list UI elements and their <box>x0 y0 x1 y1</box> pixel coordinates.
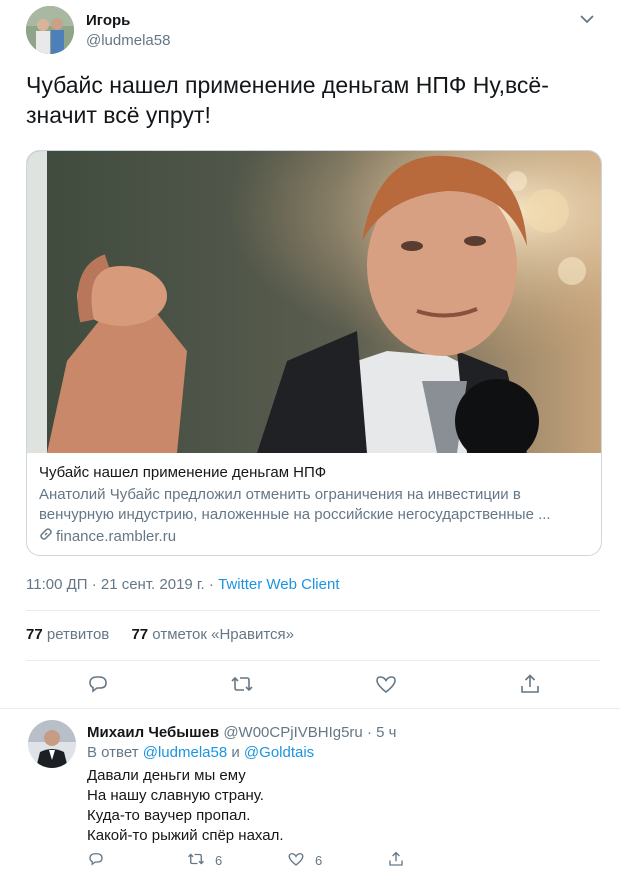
retweets-stat[interactable]: 77 ретвитов <box>26 626 109 643</box>
reply-icon[interactable] <box>86 672 110 696</box>
like-count: 6 <box>315 853 323 868</box>
reply-time[interactable]: · 5 ч <box>363 724 397 741</box>
in-reply-conj: и <box>227 744 244 761</box>
retweet-count: 6 <box>215 853 223 868</box>
likes-label: отметок «Нравится» <box>148 626 294 643</box>
card-domain[interactable]: finance.rambler.ru <box>39 527 591 547</box>
in-reply-to: В ответ @ludmela58 и @Goldtais <box>87 744 314 761</box>
author-avatar[interactable] <box>26 6 74 54</box>
mention-link[interactable]: @Goldtais <box>244 744 314 761</box>
card-body: Чубайс нашел применение деньгам НПФ Анат… <box>39 463 591 547</box>
like-button[interactable]: 6 <box>287 850 322 871</box>
author-name[interactable]: Игорь <box>86 12 130 29</box>
reply-icon[interactable] <box>87 850 105 868</box>
retweet-icon <box>187 850 205 871</box>
share-icon[interactable] <box>518 672 542 696</box>
reply-line: Куда-то ваучер пропал. <box>87 807 251 824</box>
reply-author-handle[interactable]: @W00CPjIVBHIg5ru <box>223 724 362 741</box>
tweet-client[interactable]: Twitter Web Client <box>218 576 339 593</box>
retweets-label: ретвитов <box>42 626 110 643</box>
divider <box>26 660 600 661</box>
retweets-count: 77 <box>26 626 43 643</box>
retweet-button[interactable]: 6 <box>187 850 222 871</box>
reply-line: Давали деньги мы ему <box>87 767 246 784</box>
reply-text: Давали деньги мы ему На нашу славную стр… <box>87 766 284 846</box>
share-icon[interactable] <box>387 850 405 868</box>
tweet-text: Чубайс нашел применение деньгам НПФ Ну,в… <box>26 72 549 128</box>
tweet-actions <box>26 672 600 702</box>
reply-header: Михаил Чебышев @W00CPjIVBHIg5ru · 5 ч <box>87 724 396 741</box>
mention-link[interactable]: @ludmela58 <box>143 744 227 761</box>
reply-avatar[interactable] <box>28 720 76 768</box>
chevron-down-icon[interactable] <box>578 10 596 28</box>
tweet-timestamp[interactable]: 11:00 ДП · 21 сент. 2019 г. · <box>26 576 218 593</box>
likes-stat[interactable]: 77 отметок «Нравится» <box>131 626 294 643</box>
link-icon <box>39 527 56 547</box>
link-card[interactable]: Чубайс нашел применение деньгам НПФ Анат… <box>26 150 602 556</box>
card-domain-text[interactable]: finance.rambler.ru <box>56 527 176 547</box>
card-description: Анатолий Чубайс предложил отменить огран… <box>39 486 551 523</box>
tweet-stats: 77 ретвитов 77 отметок «Нравится» <box>26 626 294 643</box>
reply-line: Какой-то рыжий спёр нахал. <box>87 827 284 844</box>
in-reply-prefix: В ответ <box>87 744 143 761</box>
reply-author-name[interactable]: Михаил Чебышев <box>87 724 219 741</box>
tweet-meta: 11:00 ДП · 21 сент. 2019 г. · Twitter We… <box>26 576 340 593</box>
tweet-header: Игорь @ludmela58 <box>26 6 596 54</box>
author-handle[interactable]: @ludmela58 <box>86 32 170 49</box>
reply-actions: 6 6 <box>87 850 487 872</box>
divider <box>26 610 600 611</box>
reply-tweet[interactable]: Михаил Чебышев @W00CPjIVBHIg5ru · 5 ч В … <box>0 706 620 870</box>
card-title[interactable]: Чубайс нашел применение деньгам НПФ <box>39 463 591 483</box>
likes-count: 77 <box>131 626 149 643</box>
like-icon[interactable] <box>374 672 398 696</box>
retweet-icon[interactable] <box>230 672 254 696</box>
reply-line: На нашу славную страну. <box>87 787 264 804</box>
card-image[interactable] <box>27 151 601 463</box>
like-icon <box>287 850 305 871</box>
